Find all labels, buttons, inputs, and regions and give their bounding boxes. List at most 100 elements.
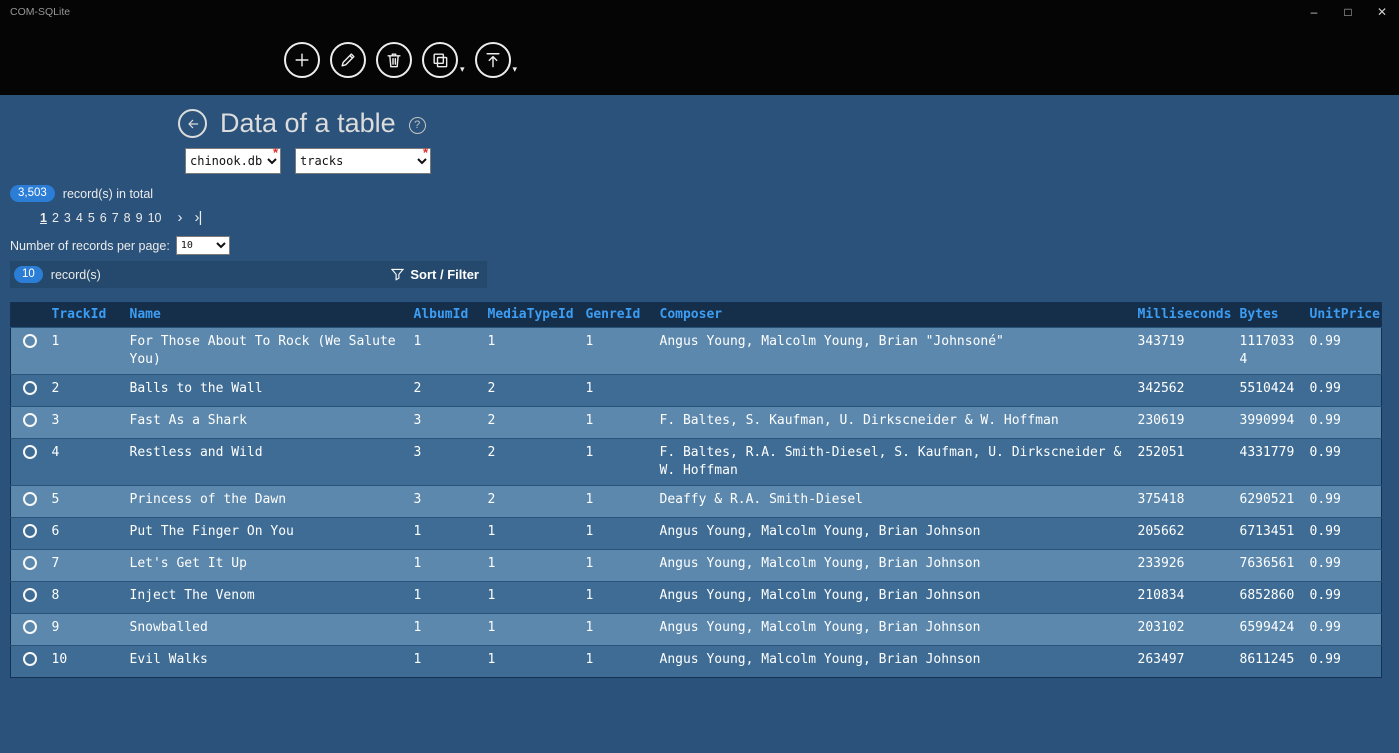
export-record-button[interactable]: [474, 41, 511, 78]
cell-trackid: 5: [45, 485, 124, 518]
cell-trackid: 4: [45, 438, 124, 486]
table-row: 4 Restless and Wild 3 2 1 F. Baltes, R.A. Smi…: [10, 438, 1382, 486]
per-page-label: Number of records per page:: [10, 238, 170, 253]
page-number-5[interactable]: 5: [88, 211, 95, 225]
sort-filter-button[interactable]: Sort / Filter: [391, 267, 479, 282]
column-header-bytes[interactable]: Bytes: [1233, 302, 1304, 328]
row-select-radio[interactable]: [23, 524, 37, 538]
cell-trackid: 1: [45, 327, 124, 375]
cell-bytes: 4331779: [1233, 438, 1304, 486]
column-header-name[interactable]: Name: [123, 302, 408, 328]
copy-record-group: ▾: [422, 41, 465, 78]
column-header-unitprice[interactable]: UnitPrice: [1303, 302, 1382, 328]
column-header-trackid[interactable]: TrackId: [45, 302, 124, 328]
cell-milliseconds: 233926: [1131, 549, 1234, 582]
row-select-radio[interactable]: [23, 413, 37, 427]
page-number-4[interactable]: 4: [76, 211, 83, 225]
cell-albumid: 2: [407, 374, 482, 407]
row-select-cell: [10, 517, 46, 550]
chevron-down-icon[interactable]: ▾: [460, 64, 465, 75]
delete-record-button[interactable]: [376, 41, 412, 78]
back-button[interactable]: [178, 109, 207, 138]
cell-unitprice: 0.99: [1303, 581, 1382, 614]
minimize-button[interactable]: –: [1297, 0, 1331, 24]
cell-unitprice: 0.99: [1303, 549, 1382, 582]
column-header-albumid[interactable]: AlbumId: [407, 302, 482, 328]
chevron-down-icon[interactable]: ▾: [513, 64, 518, 75]
export-record-group: ▾: [474, 41, 518, 78]
page-number-9[interactable]: 9: [136, 211, 143, 225]
cell-mediatypeid: 2: [481, 438, 580, 486]
page-number-2[interactable]: 2: [52, 211, 59, 225]
row-select-radio[interactable]: [23, 588, 37, 602]
database-select[interactable]: chinook.db: [185, 148, 281, 174]
per-page-row: Number of records per page: 10: [10, 236, 1399, 255]
row-select-radio[interactable]: [23, 620, 37, 634]
table-row: 3 Fast As a Shark 3 2 1 F. Baltes, S. Kaufman…: [10, 406, 1382, 439]
next-page-icon[interactable]: ›: [177, 210, 182, 225]
cell-trackid: 3: [45, 406, 124, 439]
trash-icon: [387, 52, 401, 67]
data-table: TrackId Name AlbumId MediaTypeId GenreId Comp…: [10, 302, 1382, 678]
cell-genreid: 1: [579, 549, 654, 582]
cell-trackid: 9: [45, 613, 124, 646]
row-select-radio[interactable]: [23, 492, 37, 506]
row-select-radio[interactable]: [23, 652, 37, 666]
cell-mediatypeid: 1: [481, 327, 580, 375]
cell-trackid: 8: [45, 581, 124, 614]
filter-funnel-icon: [391, 268, 405, 281]
cell-name: Inject The Venom: [123, 581, 408, 614]
cell-unitprice: 0.99: [1303, 485, 1382, 518]
cell-composer: Deaffy & R.A. Smith-Diesel: [653, 485, 1132, 518]
cell-trackid: 7: [45, 549, 124, 582]
cell-mediatypeid: 1: [481, 581, 580, 614]
copy-record-button[interactable]: [422, 41, 458, 78]
add-record-button[interactable]: [284, 41, 320, 78]
page-number-8[interactable]: 8: [124, 211, 131, 225]
last-page-icon[interactable]: ›|: [194, 210, 202, 225]
page-number-7[interactable]: 7: [112, 211, 119, 225]
cell-albumid: 1: [407, 327, 482, 375]
cell-unitprice: 0.99: [1303, 406, 1382, 439]
cell-bytes: 6713451: [1233, 517, 1304, 550]
cell-milliseconds: 203102: [1131, 613, 1234, 646]
cell-unitprice: 0.99: [1303, 374, 1382, 407]
row-select-radio[interactable]: [23, 381, 37, 395]
row-select-radio[interactable]: [23, 334, 37, 348]
help-button[interactable]: ?: [408, 116, 426, 134]
cell-unitprice: 0.99: [1303, 327, 1382, 375]
row-select-radio[interactable]: [23, 556, 37, 570]
cell-bytes: 6599424: [1233, 613, 1304, 646]
cell-composer: Angus Young, Malcolm Young, Brian "Johns…: [653, 327, 1132, 375]
cell-trackid: 2: [45, 374, 124, 407]
sort-filter-label: Sort / Filter: [410, 267, 479, 282]
cell-composer: Angus Young, Malcolm Young, Brian Johnso…: [653, 549, 1132, 582]
maximize-button[interactable]: □: [1331, 0, 1365, 24]
page-number-1[interactable]: 1: [40, 211, 47, 225]
cell-composer: F. Baltes, R.A. Smith-Diesel, S. Kaufman…: [653, 438, 1132, 486]
row-select-cell: [10, 485, 46, 518]
column-header-composer[interactable]: Composer: [653, 302, 1132, 328]
edit-record-button[interactable]: [330, 41, 366, 78]
cell-albumid: 3: [407, 438, 482, 486]
cell-milliseconds: 263497: [1131, 645, 1234, 678]
close-button[interactable]: ✕: [1365, 0, 1399, 24]
table-select[interactable]: tracks: [295, 148, 431, 174]
page-title: Data of a table: [220, 108, 396, 138]
column-header-mediatypeid[interactable]: MediaTypeId: [481, 302, 580, 328]
page-number-3[interactable]: 3: [64, 211, 71, 225]
row-select-cell: [10, 549, 46, 582]
page-number-6[interactable]: 6: [100, 211, 107, 225]
page-header: Data of a table ?: [178, 95, 1399, 140]
per-page-select[interactable]: 10: [175, 236, 230, 255]
page-number-10[interactable]: 10: [148, 211, 162, 225]
column-header-milliseconds[interactable]: Milliseconds: [1131, 302, 1234, 328]
cell-genreid: 1: [579, 613, 654, 646]
cell-albumid: 1: [407, 581, 482, 614]
cell-bytes: 5510424: [1233, 374, 1304, 407]
row-select-radio[interactable]: [23, 445, 37, 459]
column-header-genreid[interactable]: GenreId: [579, 302, 654, 328]
table-row: 2 Balls to the Wall 2 2 1 342562 5510424 0.99: [10, 374, 1382, 407]
cell-mediatypeid: 1: [481, 517, 580, 550]
total-records-row: 3,503 record(s) in total: [10, 184, 1399, 203]
